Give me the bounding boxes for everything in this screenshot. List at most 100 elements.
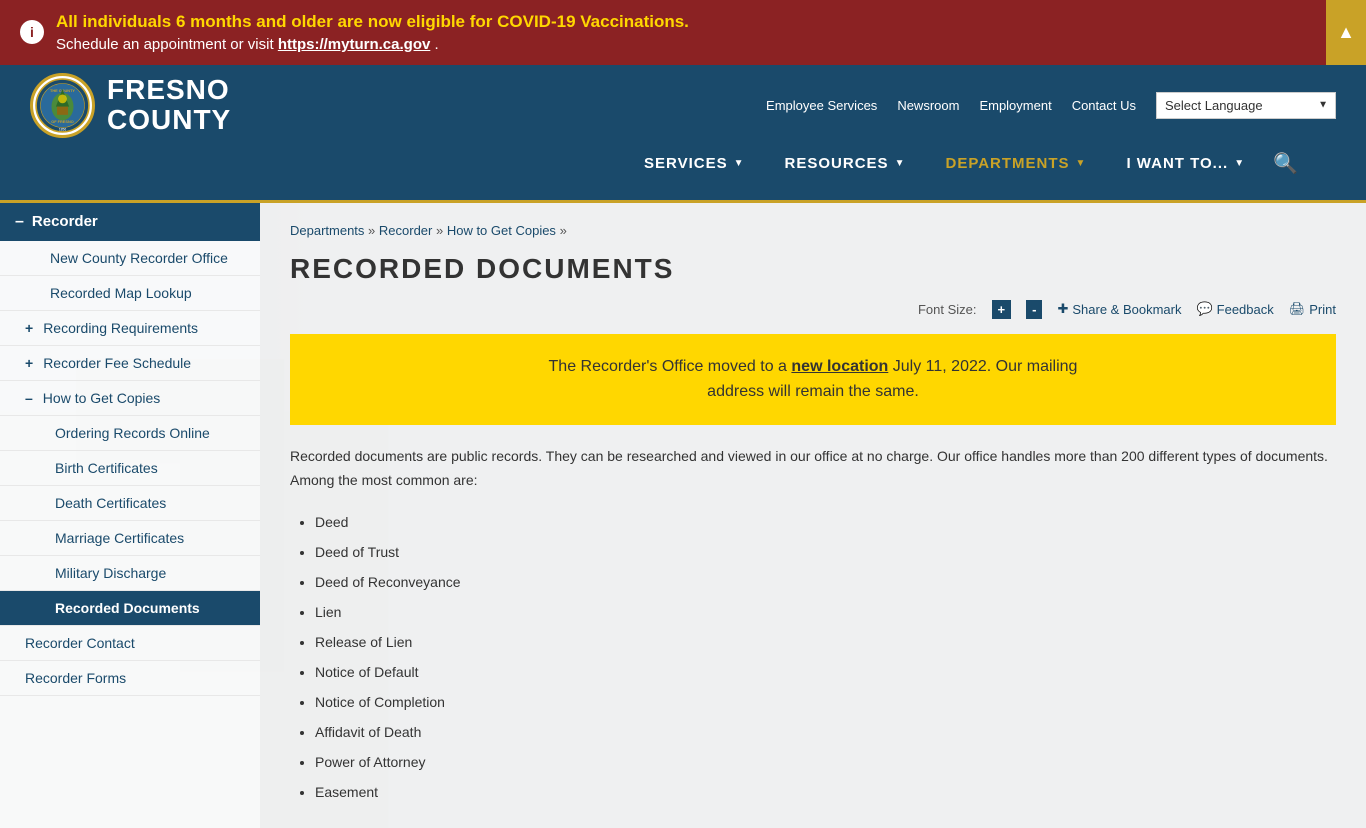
sidebar-item-label: Ordering Records Online [55,425,210,441]
sidebar-item-label: Recording Requirements [43,320,198,336]
scroll-up-button[interactable]: ▲ [1326,0,1366,65]
sidebar-item-label: Military Discharge [55,565,166,581]
list-item: Power of Attorney [315,748,1336,776]
content-paragraph: Recorded documents are public records. T… [290,445,1336,493]
sidebar-item-label: How to Get Copies [43,390,161,406]
site-logo[interactable]: THE COUNTY OF FRESNO 1856 FRESNO COUNTY [30,73,231,138]
page-title: RECORDED DOCUMENTS [290,253,1336,285]
breadcrumb-separator: » [368,223,379,238]
svg-text:OF FRESNO: OF FRESNO [51,120,73,124]
feedback-link[interactable]: 💬 Feedback [1196,301,1273,317]
list-item: Notice of Completion [315,688,1336,716]
newsroom-link[interactable]: Newsroom [897,98,959,113]
search-button[interactable]: 🔍 [1265,143,1306,184]
nav-i-want-to[interactable]: I WANT TO... ▼ [1106,147,1265,180]
share-bookmark-label: Share & Bookmark [1072,302,1181,317]
font-increase-button[interactable]: + [992,300,1012,319]
header-top: THE COUNTY OF FRESNO 1856 FRESNO COUNTY … [30,73,1336,143]
sidebar-item-recorded-documents[interactable]: Recorded Documents [0,591,260,626]
svg-text:1856: 1856 [59,127,67,131]
list-item: Deed of Trust [315,538,1336,566]
print-icon: 🖨 [1289,301,1306,317]
covid-subline: Schedule an appointment or visit [56,36,274,53]
county-seal: THE COUNTY OF FRESNO 1856 [30,73,95,138]
sidebar-item-label: Recorded Documents [55,600,200,616]
list-item: Deed of Reconveyance [315,568,1336,596]
expand-icon: + [25,355,33,371]
banner-text: All individuals 6 months and older are n… [56,10,689,55]
nav-departments[interactable]: DEPARTMENTS ▼ [925,147,1106,180]
sidebar-recorder-label: Recorder [32,213,98,230]
alert-box: The Recorder's Office moved to a new loc… [290,334,1336,425]
list-item: Easement [315,778,1336,806]
sidebar-item-marriage-certificates[interactable]: Marriage Certificates [0,521,260,556]
list-item: Lien [315,598,1336,626]
font-decrease-button[interactable]: - [1026,300,1042,319]
breadcrumb-departments[interactable]: Departments [290,223,364,238]
list-item: Deed [315,508,1336,536]
font-tools: Font Size: + - ✚ Share & Bookmark 💬 Feed… [290,300,1336,319]
feedback-label: Feedback [1217,302,1274,317]
breadcrumb-how-to-get-copies[interactable]: How to Get Copies [447,223,556,238]
print-link[interactable]: 🖨 Print [1289,301,1336,317]
sidebar-item-military-discharge[interactable]: Military Discharge [0,556,260,591]
collapse-icon: – [15,213,24,231]
sidebar-item-recorder-forms[interactable]: Recorder Forms [0,661,260,696]
employment-link[interactable]: Employment [979,98,1051,113]
sidebar-item-recorded-map-lookup[interactable]: Recorded Map Lookup [0,276,260,311]
print-label: Print [1309,302,1336,317]
collapse-icon: – [25,390,33,406]
sidebar-item-how-to-get-copies[interactable]: – How to Get Copies [0,381,260,416]
i-want-to-caret: ▼ [1234,158,1245,169]
feedback-icon: 💬 [1196,301,1212,317]
sidebar-item-label: Recorded Map Lookup [50,285,192,301]
services-caret: ▼ [734,158,745,169]
county-name: FRESNO COUNTY [107,75,231,137]
share-icon: ✚ [1057,301,1068,317]
language-select[interactable]: Select Language Spanish Hmong Chinese Ar… [1156,92,1336,119]
sidebar-item-birth-certificates[interactable]: Birth Certificates [0,451,260,486]
nav-resources[interactable]: RESOURCES ▼ [765,147,926,180]
sidebar-item-recorder-fee-schedule[interactable]: + Recorder Fee Schedule [0,346,260,381]
sidebar-item-death-certificates[interactable]: Death Certificates [0,486,260,521]
sidebar-item-ordering-records[interactable]: Ordering Records Online [0,416,260,451]
share-bookmark-link[interactable]: ✚ Share & Bookmark [1057,301,1181,317]
breadcrumb-separator: » [436,223,447,238]
sidebar-item-recorder-contact[interactable]: Recorder Contact [0,626,260,661]
main-content: Departments » Recorder » How to Get Copi… [260,203,1366,828]
nav-services[interactable]: SERVICES ▼ [624,147,765,180]
top-links: Employee Services Newsroom Employment Co… [766,92,1336,119]
employee-services-link[interactable]: Employee Services [766,98,877,113]
hero-area: – Recorder New County Recorder Office Re… [0,203,1366,828]
breadcrumb-end: » [560,223,567,238]
sidebar-item-label: Marriage Certificates [55,530,184,546]
covid-link[interactable]: https://myturn.ca.gov [278,36,431,53]
sidebar-header-recorder[interactable]: – Recorder [0,203,260,241]
departments-caret: ▼ [1076,158,1087,169]
alert-text: The Recorder's Office moved to a [549,358,787,375]
language-selector-wrapper: Select Language Spanish Hmong Chinese Ar… [1156,92,1336,119]
sidebar-item-label: Recorder Fee Schedule [43,355,191,371]
expand-icon: + [25,320,33,336]
font-size-label: Font Size: [918,302,977,317]
sidebar-item-label: Recorder Contact [25,635,135,651]
sidebar-item-label: New County Recorder Office [50,250,228,266]
main-navigation: SERVICES ▼ RESOURCES ▼ DEPARTMENTS ▼ I W… [30,143,1336,192]
contact-us-link[interactable]: Contact Us [1072,98,1136,113]
document-list: Deed Deed of Trust Deed of Reconveyance … [290,508,1336,806]
sidebar: – Recorder New County Recorder Office Re… [0,203,260,828]
sidebar-item-label: Death Certificates [55,495,166,511]
sidebar-item-recording-requirements[interactable]: + Recording Requirements [0,311,260,346]
covid-title: All individuals 6 months and older are n… [56,10,689,34]
new-location-link[interactable]: new location [791,358,888,375]
info-icon: i [20,20,44,44]
site-header: THE COUNTY OF FRESNO 1856 FRESNO COUNTY … [0,65,1366,200]
list-item: Affidavit of Death [315,718,1336,746]
breadcrumb: Departments » Recorder » How to Get Copi… [290,223,1336,238]
breadcrumb-recorder[interactable]: Recorder [379,223,432,238]
resources-caret: ▼ [895,158,906,169]
sidebar-item-label: Birth Certificates [55,460,158,476]
sidebar-item-new-county-recorder[interactable]: New County Recorder Office [0,241,260,276]
list-item: Release of Lien [315,628,1336,656]
covid-banner: i All individuals 6 months and older are… [0,0,1366,65]
